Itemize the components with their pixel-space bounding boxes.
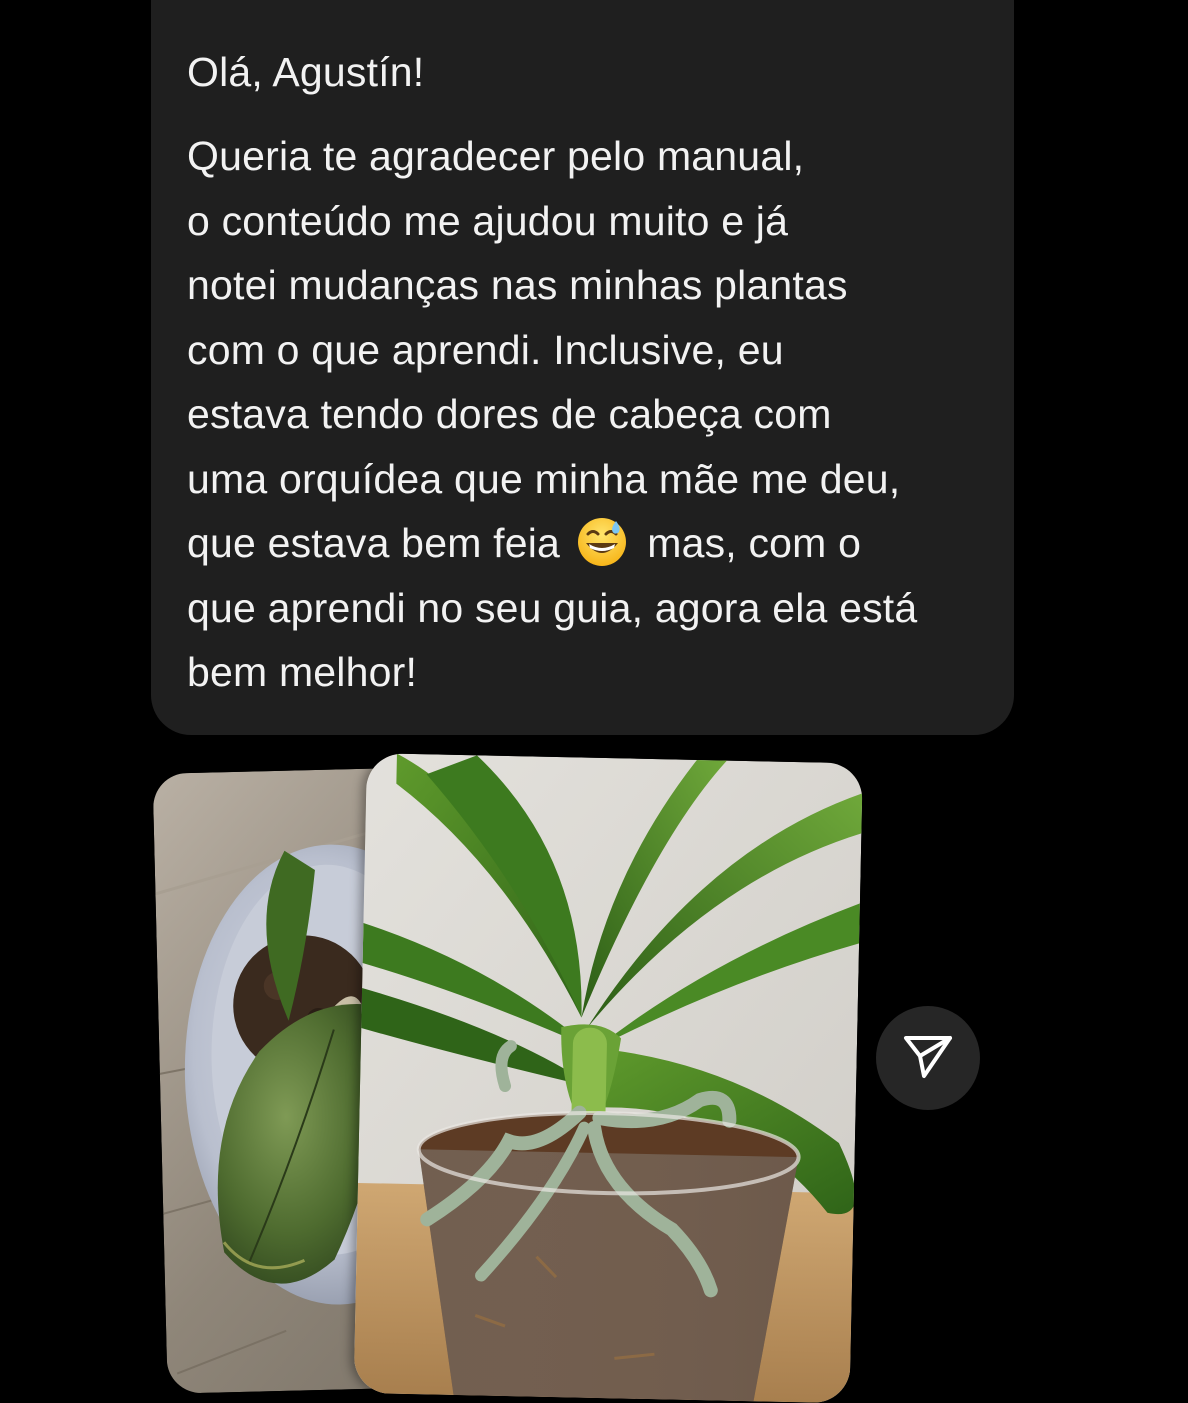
grinning-face-with-sweat-icon	[576, 515, 628, 567]
message-line: com o que aprendi. Inclusive, eu	[187, 326, 784, 373]
message-line: notei mudanças nas minhas plantas	[187, 262, 848, 308]
message-line: estava tendo dores de cabeça com	[187, 391, 832, 437]
message-text: mas, com o	[635, 520, 862, 566]
message-bubble[interactable]: Olá, Agustín! Queria te agradecer pelo m…	[151, 0, 1014, 735]
share-button[interactable]	[876, 1006, 980, 1110]
message-line: o conteúdo me ajudou muito e já	[187, 197, 789, 244]
photo-attachments	[150, 752, 863, 1403]
message-line: que aprendi no seu guia, agora ela está	[187, 584, 918, 631]
message-line: Queria te agradecer pelo manual,	[187, 133, 805, 179]
message-line: uma orquídea que minha mãe me deu,	[187, 455, 901, 502]
message-line-with-emoji: que estava bem feia mas, com o	[187, 511, 978, 576]
message-line: bem melhor!	[187, 649, 418, 695]
paper-plane-icon	[902, 1030, 954, 1087]
message-text: que estava bem feia	[187, 520, 572, 566]
chat-thread: Olá, Agustín! Queria te agradecer pelo m…	[0, 0, 1188, 1403]
message-greeting: Olá, Agustín!	[187, 49, 425, 95]
orchid-after-photo[interactable]	[353, 753, 863, 1403]
